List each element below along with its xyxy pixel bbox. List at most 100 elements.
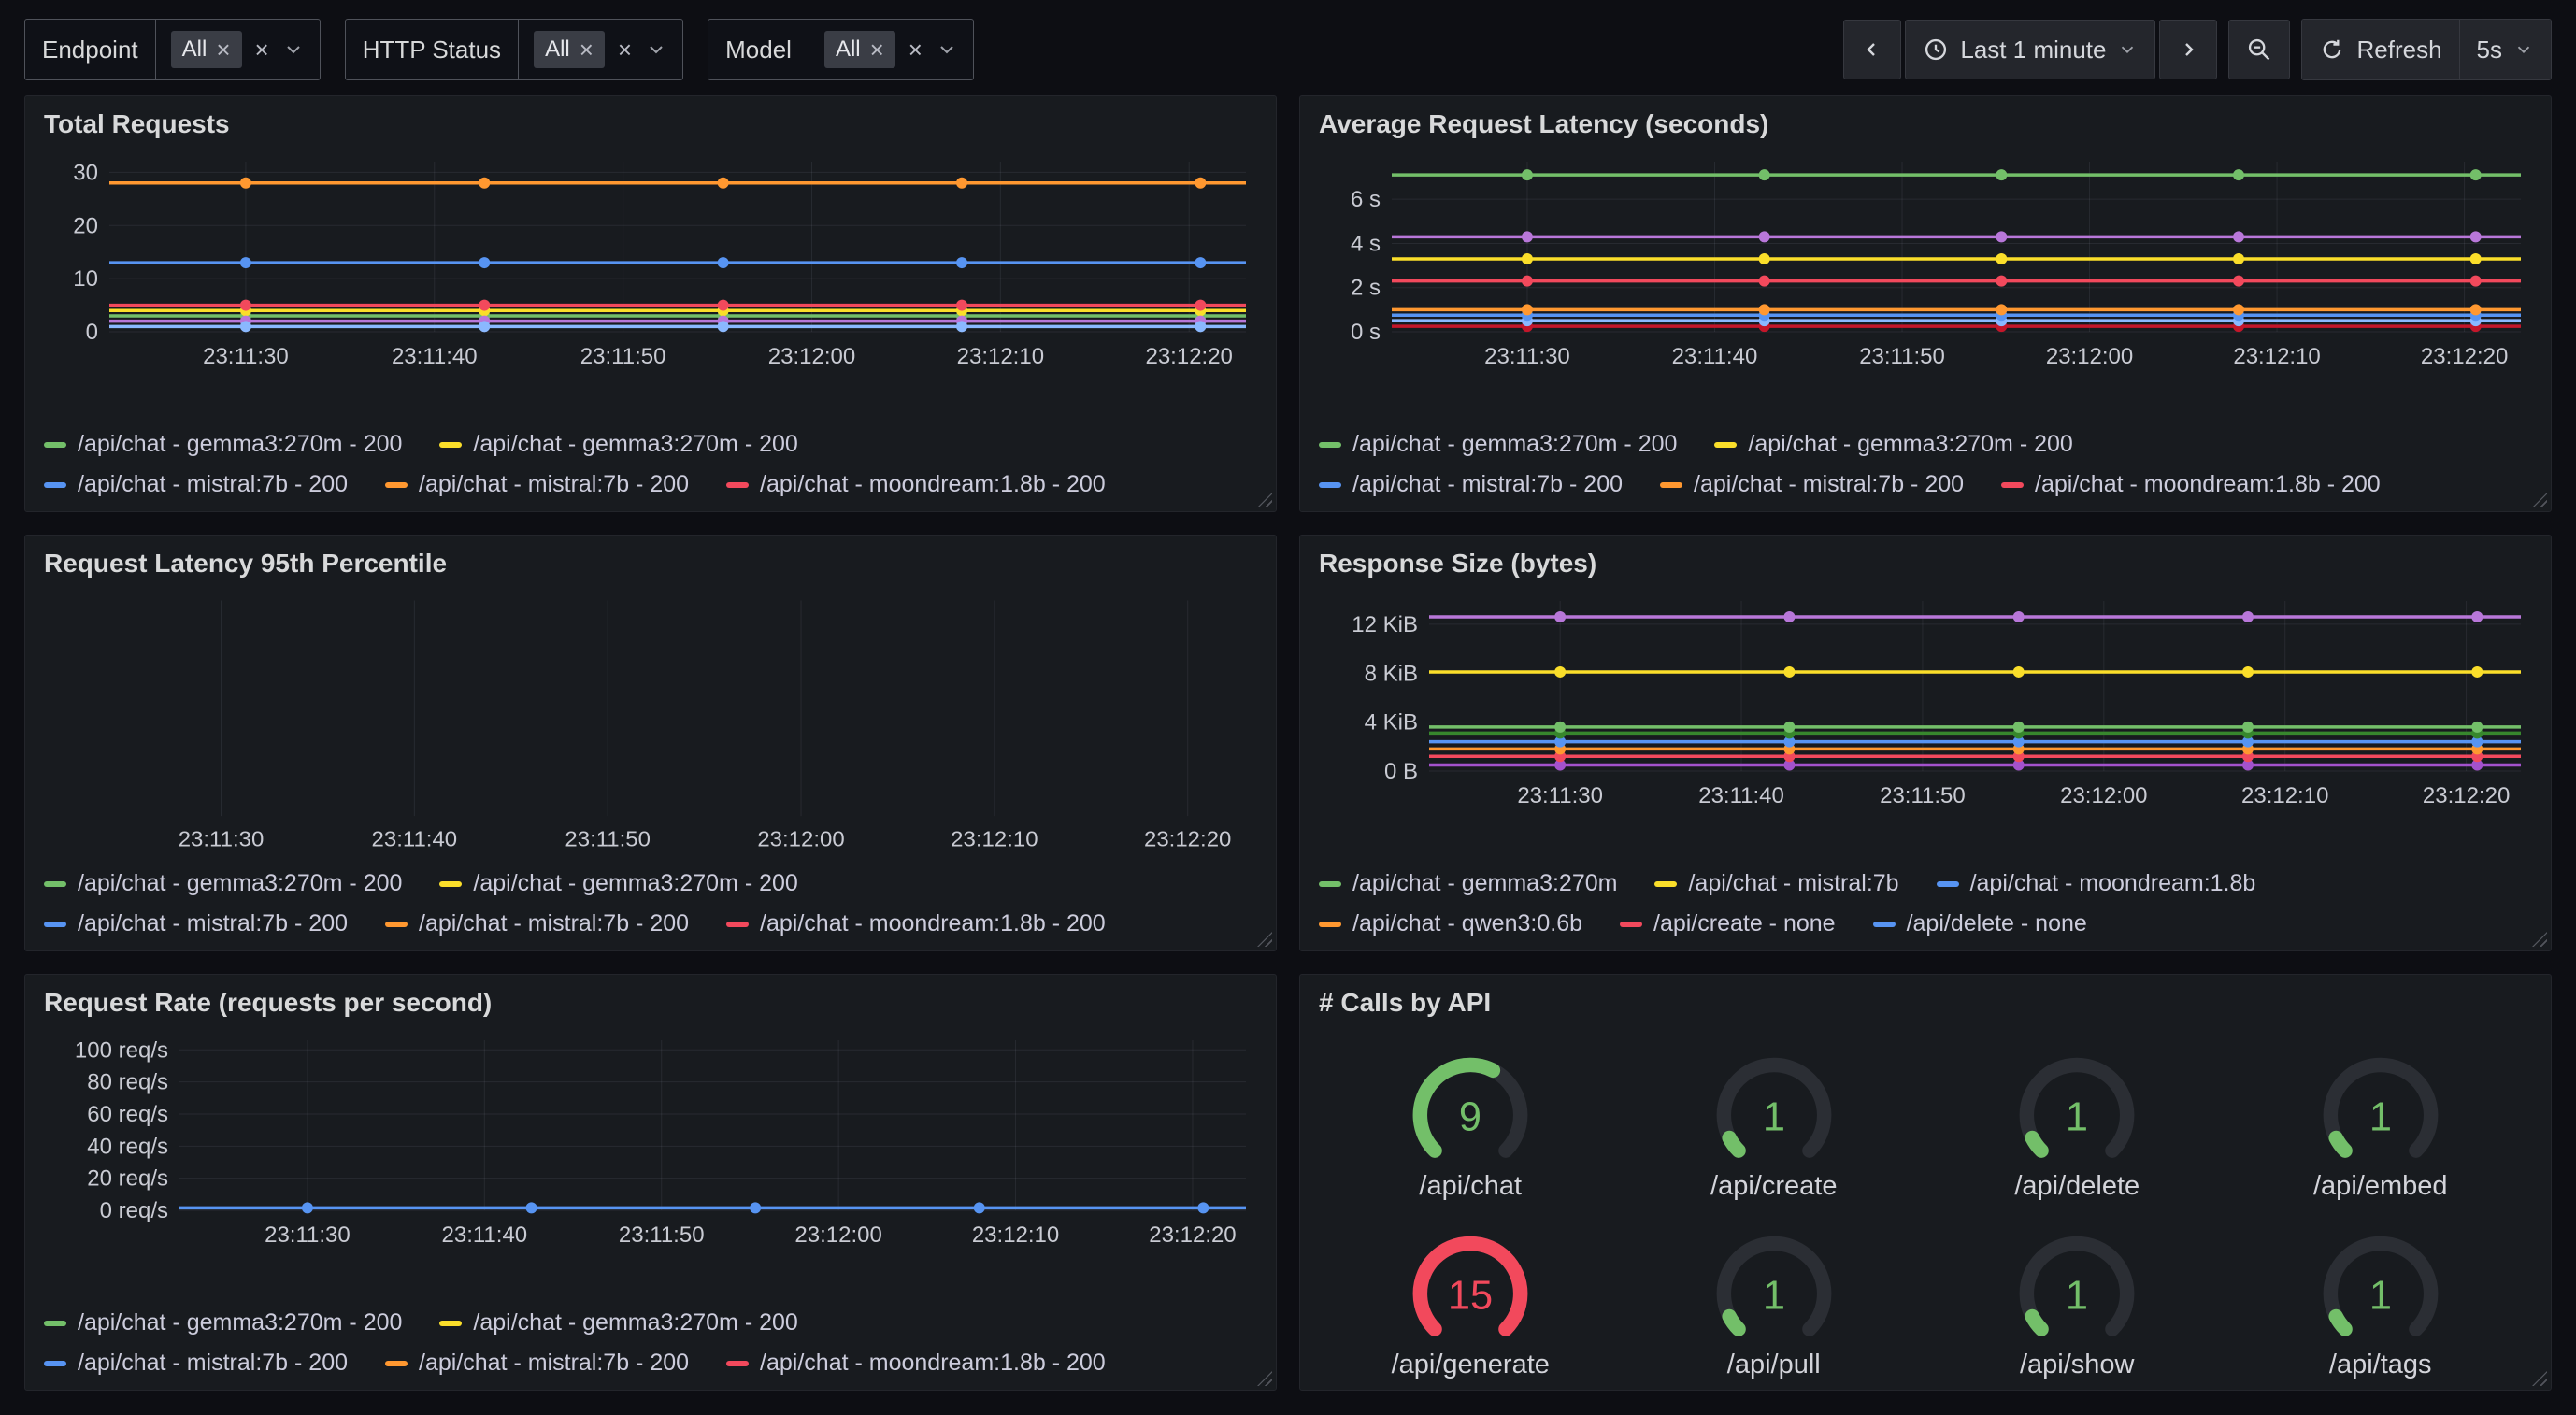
- chevron-down-icon[interactable]: [645, 38, 667, 61]
- legend-item[interactable]: /api/chat - mistral:7b - 200: [385, 910, 689, 937]
- gauge-value: 1: [2066, 1274, 2088, 1319]
- legend-label: /api/chat - mistral:7b - 200: [78, 1350, 348, 1377]
- filter-chip[interactable]: All ×: [824, 31, 895, 68]
- legend-item[interactable]: /api/chat - gemma3:270m - 200: [1319, 431, 1677, 458]
- zoom-out-button[interactable]: [2228, 20, 2290, 79]
- legend-item[interactable]: /api/chat - qwen3:0.6b: [1319, 910, 1582, 937]
- panel-title[interactable]: Request Rate (requests per second): [44, 988, 1257, 1018]
- legend-marker: [1620, 922, 1642, 927]
- data-point: [240, 321, 251, 332]
- panel-title[interactable]: Average Request Latency (seconds): [1319, 109, 2532, 139]
- data-point: [2242, 722, 2254, 733]
- panel-resize-handle[interactable]: [1257, 932, 1272, 947]
- legend-item[interactable]: /api/chat - gemma3:270m - 200: [439, 870, 797, 897]
- panel-title[interactable]: Request Latency 95th Percentile: [44, 549, 1257, 579]
- chevron-down-icon[interactable]: [282, 38, 305, 61]
- gauge-value: 9: [1459, 1095, 1481, 1140]
- legend-item[interactable]: /api/chat - mistral:7b - 200: [385, 471, 689, 498]
- panel-resize-handle[interactable]: [2532, 932, 2547, 947]
- legend-item[interactable]: /api/chat - mistral:7b: [1654, 870, 1898, 897]
- legend-item[interactable]: /api/chat - moondream:1.8b - 200: [726, 471, 1106, 498]
- legend-item[interactable]: /api/chat - gemma3:270m - 200: [439, 1309, 797, 1336]
- legend-item[interactable]: /api/chat - mistral:7b - 200: [44, 1350, 348, 1377]
- legend-item[interactable]: /api/chat - mistral:7b - 200: [44, 471, 348, 498]
- legend-item[interactable]: /api/chat - gemma3:270m: [1319, 870, 1617, 897]
- data-point: [1195, 178, 1206, 189]
- time-back-button[interactable]: [1843, 20, 1901, 79]
- data-point: [1554, 666, 1566, 678]
- legend-label: /api/delete - none: [1907, 910, 2087, 937]
- legend-item[interactable]: /api/create - none: [1620, 910, 1836, 937]
- panel-resize-handle[interactable]: [1257, 493, 1272, 507]
- clear-filter-icon[interactable]: ×: [909, 37, 923, 62]
- filter-http-status-select[interactable]: All × ×: [518, 20, 682, 79]
- chart-total-requests[interactable]: 23:11:3023:11:4023:11:5023:12:0023:12:10…: [44, 150, 1257, 375]
- legend-item[interactable]: /api/chat - gemma3:270m - 200: [44, 870, 402, 897]
- clear-filter-icon[interactable]: ×: [255, 37, 269, 62]
- legend-marker: [726, 1361, 749, 1366]
- y-tick-label: 20: [73, 213, 98, 238]
- legend-item[interactable]: /api/chat - moondream:1.8b: [1937, 870, 2256, 897]
- chevron-down-icon[interactable]: [936, 38, 958, 61]
- data-point: [2470, 169, 2482, 180]
- gauge-arc: 1: [1692, 1051, 1856, 1171]
- legend-item[interactable]: /api/chat - mistral:7b - 200: [1319, 471, 1623, 498]
- panel-title[interactable]: # Calls by API: [1319, 988, 2532, 1018]
- filter-chip[interactable]: All ×: [534, 31, 605, 68]
- data-point: [718, 300, 729, 311]
- legend-label: /api/chat - gemma3:270m - 200: [78, 870, 402, 897]
- chart-request-rate[interactable]: 23:11:3023:11:4023:11:5023:12:0023:12:10…: [44, 1029, 1257, 1253]
- data-point: [718, 321, 729, 332]
- gauge-api-tags: 1/api/tags: [2229, 1230, 2533, 1380]
- time-forward-button[interactable]: [2159, 20, 2217, 79]
- time-nav-group: Last 1 minute: [1843, 20, 2217, 79]
- chart-average-request-latency[interactable]: 23:11:3023:11:4023:11:5023:12:0023:12:10…: [1319, 150, 2532, 375]
- x-tick-label: 23:12:10: [951, 827, 1038, 850]
- filter-model-select[interactable]: All × ×: [809, 20, 973, 79]
- legend-item[interactable]: /api/chat - gemma3:270m - 200: [44, 431, 402, 458]
- data-point: [1522, 253, 1533, 264]
- panel-resize-handle[interactable]: [2532, 493, 2547, 507]
- data-point: [1759, 304, 1770, 315]
- y-tick-label: 20 req/s: [87, 1166, 168, 1192]
- legend-item[interactable]: /api/chat - mistral:7b - 200: [44, 910, 348, 937]
- panel-title[interactable]: Response Size (bytes): [1319, 549, 2532, 579]
- legend-item[interactable]: /api/chat - gemma3:270m - 200: [1714, 431, 2072, 458]
- gauge-arc: 1: [1995, 1051, 2159, 1171]
- legend-item[interactable]: /api/chat - gemma3:270m - 200: [439, 431, 797, 458]
- legend-item[interactable]: /api/delete - none: [1873, 910, 2087, 937]
- legend-item[interactable]: /api/chat - moondream:1.8b - 200: [726, 910, 1106, 937]
- legend-item[interactable]: /api/chat - moondream:1.8b - 200: [726, 1350, 1106, 1377]
- chart-request-latency-p95[interactable]: 23:11:3023:11:4023:11:5023:12:0023:12:10…: [44, 590, 1257, 857]
- data-point: [479, 178, 490, 189]
- data-point: [1759, 253, 1770, 264]
- legend-item[interactable]: /api/chat - gemma3:270m - 200: [44, 1309, 402, 1336]
- refresh-button[interactable]: Refresh: [2302, 20, 2458, 79]
- data-point: [479, 300, 490, 311]
- filter-chip[interactable]: All ×: [171, 31, 242, 68]
- panel-resize-handle[interactable]: [2532, 1371, 2547, 1386]
- filter-endpoint-select[interactable]: All × ×: [155, 20, 320, 79]
- data-point: [1522, 304, 1533, 315]
- legend-row: /api/chat - gemma3:270m - 200/api/chat -…: [1319, 431, 2532, 458]
- y-tick-label: 0 req/s: [100, 1198, 168, 1223]
- y-tick-label: 8 KiB: [1365, 661, 1418, 686]
- refresh-interval-label: 5s: [2477, 36, 2502, 64]
- chip-remove-icon[interactable]: ×: [870, 37, 884, 62]
- panel-title[interactable]: Total Requests: [44, 109, 1257, 139]
- chart-response-size[interactable]: 23:11:3023:11:4023:11:5023:12:0023:12:10…: [1319, 590, 2532, 814]
- refresh-interval-dropdown[interactable]: 5s: [2459, 20, 2551, 79]
- time-range-picker[interactable]: Last 1 minute: [1905, 20, 2155, 79]
- legend-item[interactable]: /api/chat - mistral:7b - 200: [385, 1350, 689, 1377]
- legend-item[interactable]: /api/chat - mistral:7b - 200: [1660, 471, 1964, 498]
- legend-label: /api/chat - gemma3:270m - 200: [78, 431, 402, 458]
- legend-item[interactable]: /api/chat - moondream:1.8b - 200: [2001, 471, 2381, 498]
- legend-marker: [439, 881, 462, 887]
- legend-label: /api/chat - gemma3:270m - 200: [473, 870, 797, 897]
- chip-remove-icon[interactable]: ×: [580, 37, 594, 62]
- legend: /api/chat - gemma3:270m - 200/api/chat -…: [44, 1296, 1257, 1380]
- panel-resize-handle[interactable]: [1257, 1371, 1272, 1386]
- chip-remove-icon[interactable]: ×: [216, 37, 230, 62]
- legend-label: /api/chat - moondream:1.8b: [1970, 870, 2256, 897]
- clear-filter-icon[interactable]: ×: [618, 37, 632, 62]
